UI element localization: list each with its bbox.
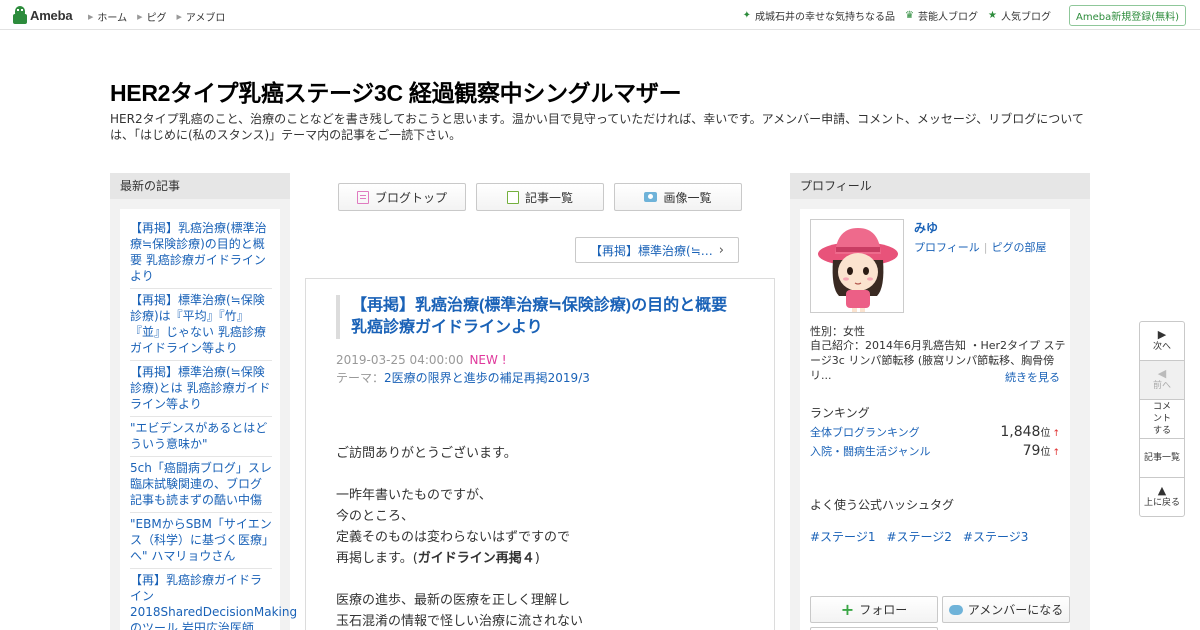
comment-button[interactable]: コメントする (1139, 399, 1185, 439)
ranking-label[interactable]: 入院・闘病生活ジャンル (810, 443, 930, 459)
divider: | (983, 241, 988, 254)
avatar-illustration (811, 220, 903, 312)
body-paragraph: 一昨年書いたものですが、 今のところ、 定義そのものは変わらないはずですので 再… (336, 488, 571, 566)
article-title[interactable]: 【再掲】乳癌治療(標準治療≒保険診療)の目的と概要 乳癌診療ガイドラインより (336, 295, 746, 339)
profile-links: プロフィール | ピグの部屋 (914, 239, 1047, 255)
article-list-side-button[interactable]: 記事一覧 (1139, 438, 1185, 478)
ranking-heading: ランキング (810, 406, 870, 420)
ranking-value: 79位 ↑ (1022, 443, 1060, 459)
body-paragraph: 医療の進歩、最新の医療を正しく理解し 玉石混淆の情報で怪しい治療に流されない (336, 593, 584, 629)
profile-name[interactable]: みゆ (914, 219, 938, 236)
camera-icon (644, 192, 658, 202)
recent-article-item[interactable]: 【再掲】乳癌治療(標準治療≒保険診療)の目的と概要 乳癌診療ガイドラインより (130, 217, 272, 289)
amember-button[interactable]: アメンバーになる (942, 596, 1070, 623)
theme-link[interactable]: 2医療の限界と進歩の補足再掲2019/3 (384, 371, 590, 385)
article-card: 【再掲】乳癌治療(標準治療≒保険診療)の目的と概要 乳癌診療ガイドラインより 2… (305, 278, 775, 630)
up-arrow-icon: ▲ (1157, 484, 1167, 497)
follow-button[interactable]: + フォロー (810, 596, 938, 623)
blog-nav-buttons: ブログトップ 記事一覧 画像一覧 (338, 183, 742, 211)
hashtag-link[interactable]: #ステージ2 (886, 528, 951, 545)
profile-actions: + フォロー アメンバーになる (810, 596, 1070, 623)
chevron-right-icon: › (718, 242, 724, 258)
article-body: ご訪問ありがとうございます。 一昨年書いたものですが、 今のところ、 定義そのも… (336, 443, 746, 630)
profile-card: みゆ プロフィール | ピグの部屋 性別：女性 自己紹介：2014年6月乳癌告知 ・… (800, 209, 1070, 630)
ranking-label[interactable]: 全体ブログランキング (810, 424, 920, 440)
back-icon: ◀ (1157, 367, 1167, 380)
play-icon: ▶ (1157, 328, 1167, 341)
logo-text: Ameba (30, 7, 73, 23)
recent-article-item[interactable]: "エビデンスがあるとはどういう意味か" (130, 417, 272, 457)
adjacent-article-link[interactable]: 【再掲】標準治療(≒… › (575, 237, 739, 263)
new-badge: NEW ! (469, 353, 507, 367)
article-theme: テーマ：2医療の限界と進歩の補足再掲2019/3 (336, 371, 590, 385)
recent-article-item[interactable]: "EBMからSBM「サイエンス（科学）に基づく医療」へ" ハマリョウさん (130, 513, 272, 569)
recent-article-item[interactable]: 【再掲】標準治療(≒保険診療)とは 乳癌診療ガイドライン等より (130, 361, 272, 417)
top-bar: Ameba ▶ ホーム ▶ ピグ ▶ アメブロ ✦ 成城石井の幸せな気持ちなる品 ♛ 芸能… (0, 0, 1200, 30)
chevron-right-icon: ▶ (88, 12, 94, 21)
document-icon (356, 190, 369, 204)
avatar[interactable] (810, 219, 904, 313)
hashtag-list: #ステージ1 #ステージ2 #ステージ3 (810, 528, 1028, 545)
star-icon: ★ (988, 10, 997, 21)
speech-bubble-icon (948, 604, 963, 615)
profile-gender: 性別：女性 (810, 325, 865, 338)
recent-articles-panel: 最新の記事 【再掲】乳癌治療(標準治療≒保険診療)の目的と概要 乳癌診療ガイドラ… (110, 173, 297, 630)
crown-icon: ♛ (905, 10, 915, 21)
blog-top-button[interactable]: ブログトップ (338, 183, 466, 211)
ranking-row: 全体ブログランキング 1,848位 ↑ (810, 424, 1060, 440)
chevron-right-icon: ▶ (176, 12, 182, 21)
image-list-button[interactable]: 画像一覧 (614, 183, 742, 211)
top-nav: ▶ ホーム ▶ ピグ ▶ アメブロ (88, 9, 225, 25)
top-right-links: ✦ 成城石井の幸せな気持ちなる品 ♛ 芸能人ブログ ★ 人気ブログ Ameba新規登録… (743, 5, 1186, 26)
register-button[interactable]: Ameba新規登録(無料) (1068, 5, 1186, 26)
recent-article-item[interactable]: 【再】乳癌診療ガイドライン2018SharedDecisionMakingのツー… (130, 569, 297, 630)
ranking-row: 入院・闘病生活ジャンル 79位 ↑ (810, 443, 1060, 459)
rank-up-icon: ↑ (1052, 429, 1060, 439)
nav-home[interactable]: ▶ ホーム (88, 9, 127, 25)
article-date: 2019-03-25 04:00:00 NEW ! (336, 353, 507, 367)
plus-icon: + (840, 599, 855, 619)
profile-panel: プロフィール みゆ プロフィール | ピグの部屋 性別：女性 自己紹介：2014… (790, 173, 1090, 630)
ameba-logo[interactable]: Ameba (13, 6, 73, 24)
profile-link[interactable]: プロフィール (914, 241, 980, 254)
ameba-mascot-icon (13, 6, 27, 24)
ranking-value: 1,848位 ↑ (1000, 424, 1060, 440)
chevron-right-icon: ▶ (137, 12, 143, 21)
read-more-link[interactable]: 続きを見る (1005, 369, 1060, 385)
pigg-room-link[interactable]: ピグの部屋 (992, 241, 1047, 254)
recent-article-item[interactable]: 5ch「癌闘病ブログ」スレ臨床試験関連の、ブログ記事も読まずの酷い中傷 (130, 457, 272, 513)
recent-article-item[interactable]: 【再掲】標準治療(≒保険診療)は『平均』『竹』『並』じゃない 乳癌診療ガイドライ… (130, 289, 272, 361)
recent-articles-heading: 最新の記事 (110, 173, 290, 199)
popular-blog-link[interactable]: ★ 人気ブログ (988, 8, 1051, 23)
nav-ameblo[interactable]: ▶ アメブロ (176, 9, 225, 25)
hashtag-link[interactable]: #ステージ1 (810, 528, 875, 545)
rank-up-icon: ↑ (1052, 448, 1060, 458)
hashtag-link[interactable]: #ステージ3 (963, 528, 1028, 545)
sparkle-icon: ✦ (742, 10, 752, 21)
blog-title[interactable]: HER2タイプ乳癌ステージ3C 経過観察中シングルマザー (110, 74, 682, 108)
celebrity-blog-link[interactable]: ♛ 芸能人ブログ (905, 8, 978, 23)
hashtags-heading: よく使う公式ハッシュタグ (810, 498, 955, 512)
nav-pigg[interactable]: ▶ ピグ (137, 9, 166, 25)
blog-description: HER2タイプ乳癌のこと、治療のことなどを書き残しておこうと思います。温かい目で… (110, 112, 1084, 142)
promo-link[interactable]: ✦ 成城石井の幸せな気持ちなる品 (743, 8, 895, 23)
floating-side-nav: ▶ 次へ ◀ 前へ コメントする 記事一覧 ▲ 上に戻る (1139, 321, 1185, 521)
article-list-button[interactable]: 記事一覧 (476, 183, 604, 211)
next-article-button[interactable]: ▶ 次へ (1139, 321, 1185, 361)
recent-articles-list: 【再掲】乳癌治療(標準治療≒保険診療)の目的と概要 乳癌診療ガイドラインより 【… (120, 209, 297, 630)
list-icon (506, 190, 519, 204)
profile-heading: プロフィール (790, 173, 1090, 199)
back-to-top-button[interactable]: ▲ 上に戻る (1139, 477, 1185, 517)
body-paragraph: ご訪問ありがとうございます。 (336, 446, 517, 461)
prev-article-button[interactable]: ◀ 前へ (1139, 360, 1185, 400)
